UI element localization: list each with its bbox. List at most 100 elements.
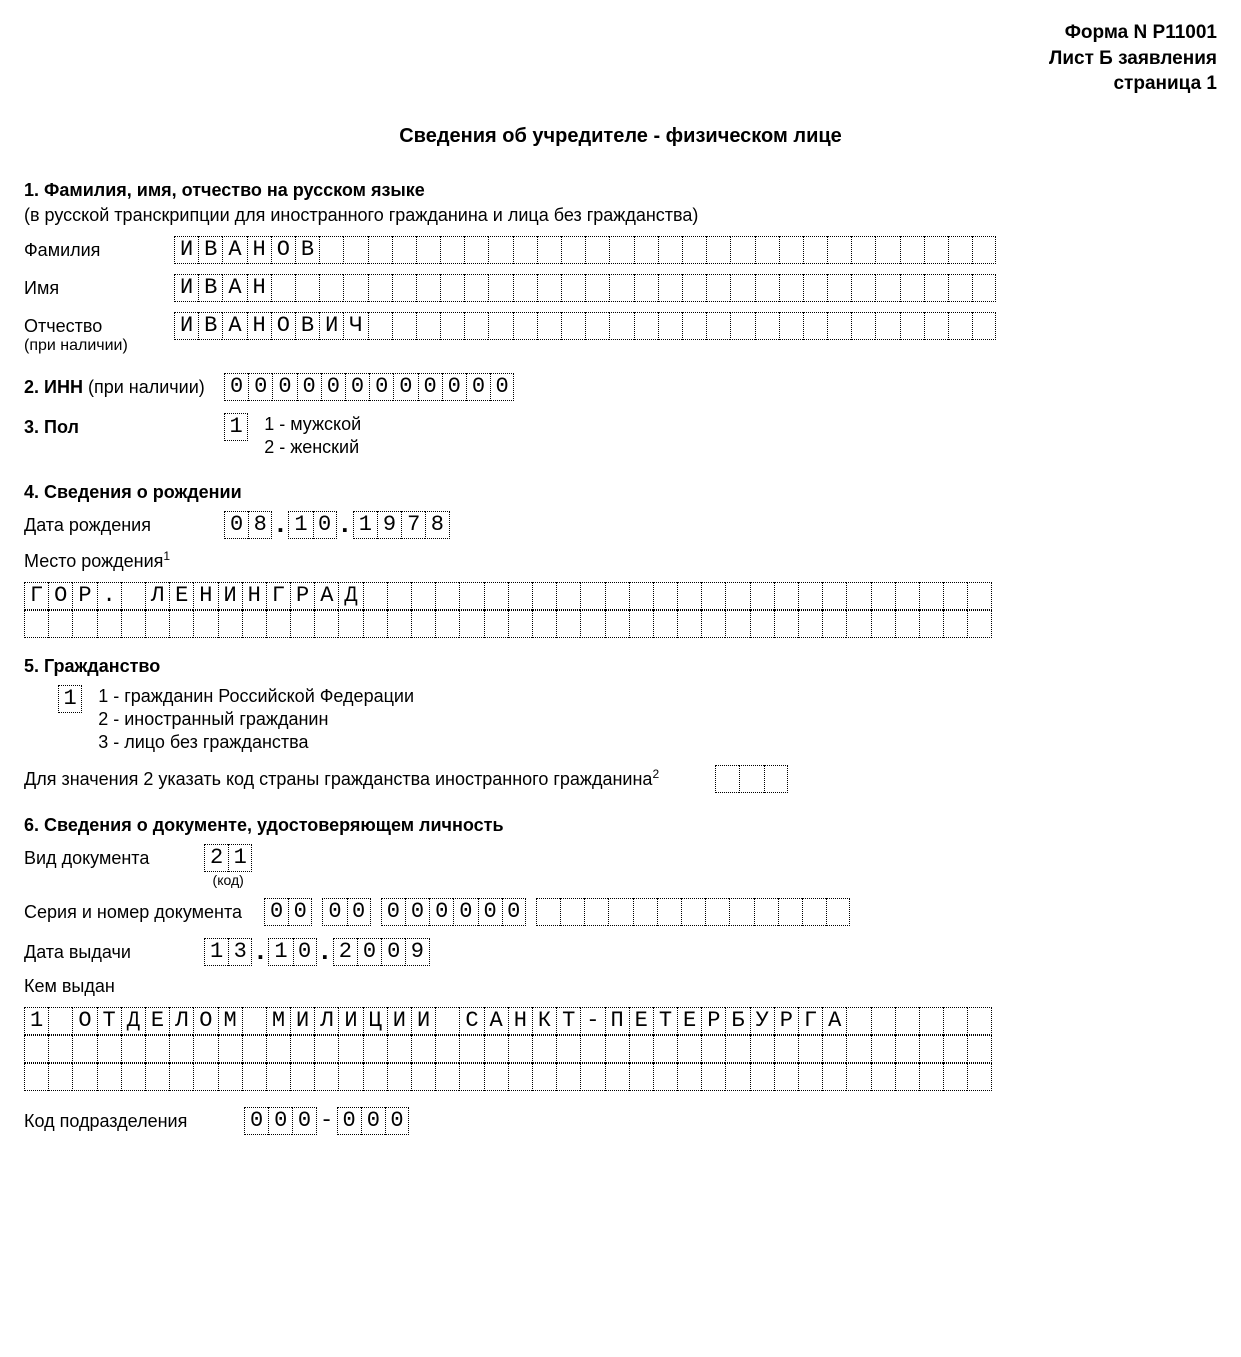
cell[interactable]: И [174,236,198,264]
cell[interactable] [319,236,343,264]
cell[interactable]: И [174,274,198,302]
cell[interactable]: 1 [24,1007,48,1035]
cell[interactable]: 0 [268,1107,292,1135]
cell[interactable] [609,274,633,302]
cell[interactable] [290,610,314,638]
issuer-line2[interactable] [24,1035,992,1063]
cell[interactable]: Д [338,582,362,610]
cell[interactable] [779,236,803,264]
cell[interactable] [440,312,464,340]
cell[interactable] [802,898,826,926]
cell[interactable] [658,312,682,340]
cell[interactable] [411,1063,435,1091]
cell[interactable] [895,1063,919,1091]
cell[interactable] [319,274,343,302]
cell[interactable] [532,582,556,610]
cell[interactable] [871,610,895,638]
cell[interactable] [725,1063,749,1091]
cell[interactable]: М [218,1007,242,1035]
cell[interactable] [464,312,488,340]
cell[interactable]: 0 [381,938,405,966]
cell[interactable] [295,274,319,302]
cell[interactable] [363,1035,387,1063]
cell[interactable]: О [271,236,295,264]
cell[interactable] [290,1035,314,1063]
cell[interactable] [242,610,266,638]
cell[interactable]: 0 [347,898,371,926]
cell[interactable] [513,236,537,264]
dob-month[interactable]: 10 [288,511,336,539]
cell[interactable] [629,610,653,638]
cell[interactable]: 2 [204,844,228,872]
cell[interactable] [387,1035,411,1063]
cell[interactable] [715,765,739,793]
cell[interactable]: А [484,1007,508,1035]
cell[interactable]: 0 [357,938,381,966]
cell[interactable] [218,610,242,638]
cell[interactable]: 0 [313,511,337,539]
cell[interactable] [924,236,948,264]
cell[interactable] [440,274,464,302]
cell[interactable] [484,1063,508,1091]
cell[interactable] [895,1035,919,1063]
cell[interactable] [218,1035,242,1063]
cell[interactable] [435,1063,459,1091]
cell[interactable] [629,582,653,610]
cell[interactable] [919,1063,943,1091]
cell[interactable] [919,1007,943,1035]
cell[interactable] [846,1035,870,1063]
cell[interactable] [846,1063,870,1091]
cell[interactable] [943,1035,967,1063]
cell[interactable]: 0 [393,373,417,401]
cell[interactable]: А [222,274,246,302]
cell[interactable] [729,898,753,926]
cell[interactable] [145,1035,169,1063]
cell[interactable]: Н [508,1007,532,1035]
cell[interactable] [871,582,895,610]
cell[interactable] [967,1063,991,1091]
cell[interactable] [387,582,411,610]
issue-day[interactable]: 13 [204,938,252,966]
cell[interactable] [779,274,803,302]
issuer-line1[interactable]: 1ОТДЕЛОММИЛИЦИИСАНКТ-ПЕТЕРБУРГА [24,1007,992,1035]
cell[interactable]: 0 [337,1107,361,1135]
cell[interactable] [677,1063,701,1091]
cell[interactable]: 9 [377,511,401,539]
cell[interactable]: Е [145,1007,169,1035]
cell[interactable]: 0 [288,898,312,926]
cell[interactable] [851,236,875,264]
cell[interactable]: 0 [322,898,346,926]
cell[interactable] [875,236,899,264]
cell[interactable]: 0 [297,373,321,401]
cell[interactable] [629,1063,653,1091]
cell[interactable] [739,765,763,793]
doctype-cells[interactable]: 21 [204,844,252,872]
cell[interactable] [368,236,392,264]
cell[interactable] [943,610,967,638]
cell[interactable] [658,236,682,264]
cell[interactable] [585,312,609,340]
cell[interactable] [846,582,870,610]
cell[interactable]: - [580,1007,604,1035]
cell[interactable]: Т [97,1007,121,1035]
cell[interactable]: 7 [401,511,425,539]
cell[interactable] [387,1063,411,1091]
cell[interactable] [48,1063,72,1091]
cell[interactable]: Г [798,1007,822,1035]
surname-cells[interactable]: ИВАНОВ [174,236,996,264]
cell[interactable]: Л [169,1007,193,1035]
cell[interactable] [459,1063,483,1091]
cell[interactable]: 0 [381,898,405,926]
cell[interactable] [919,1035,943,1063]
cell[interactable] [121,1063,145,1091]
inn-cells[interactable]: 000000000000 [224,373,514,401]
cell[interactable] [706,312,730,340]
cell[interactable] [967,1007,991,1035]
cell[interactable] [484,582,508,610]
cell[interactable] [585,236,609,264]
cell[interactable] [343,236,367,264]
cell[interactable] [605,1035,629,1063]
cell[interactable]: Н [247,312,271,340]
cell[interactable] [580,610,604,638]
cell[interactable] [943,582,967,610]
